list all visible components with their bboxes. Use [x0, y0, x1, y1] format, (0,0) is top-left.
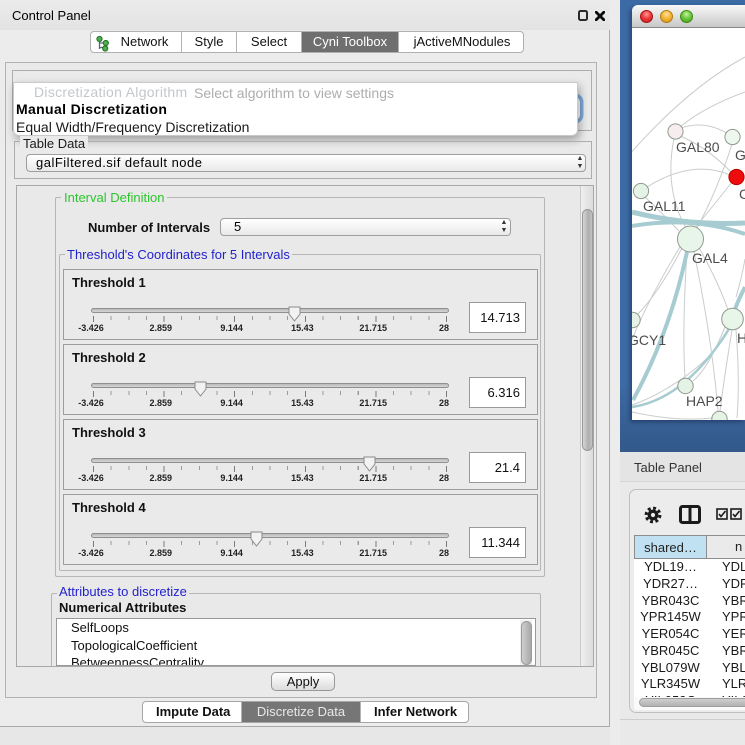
svg-text:C: C — [739, 186, 745, 202]
svg-text:GCY1: GCY1 — [632, 332, 666, 348]
svg-text:GAL80: GAL80 — [676, 139, 720, 155]
svg-text:H: H — [737, 330, 745, 346]
svg-text:GAL4: GAL4 — [692, 250, 728, 266]
svg-text:GA: GA — [735, 147, 745, 163]
svg-text:GAL11: GAL11 — [643, 198, 686, 214]
svg-text:HAP2: HAP2 — [686, 393, 723, 409]
